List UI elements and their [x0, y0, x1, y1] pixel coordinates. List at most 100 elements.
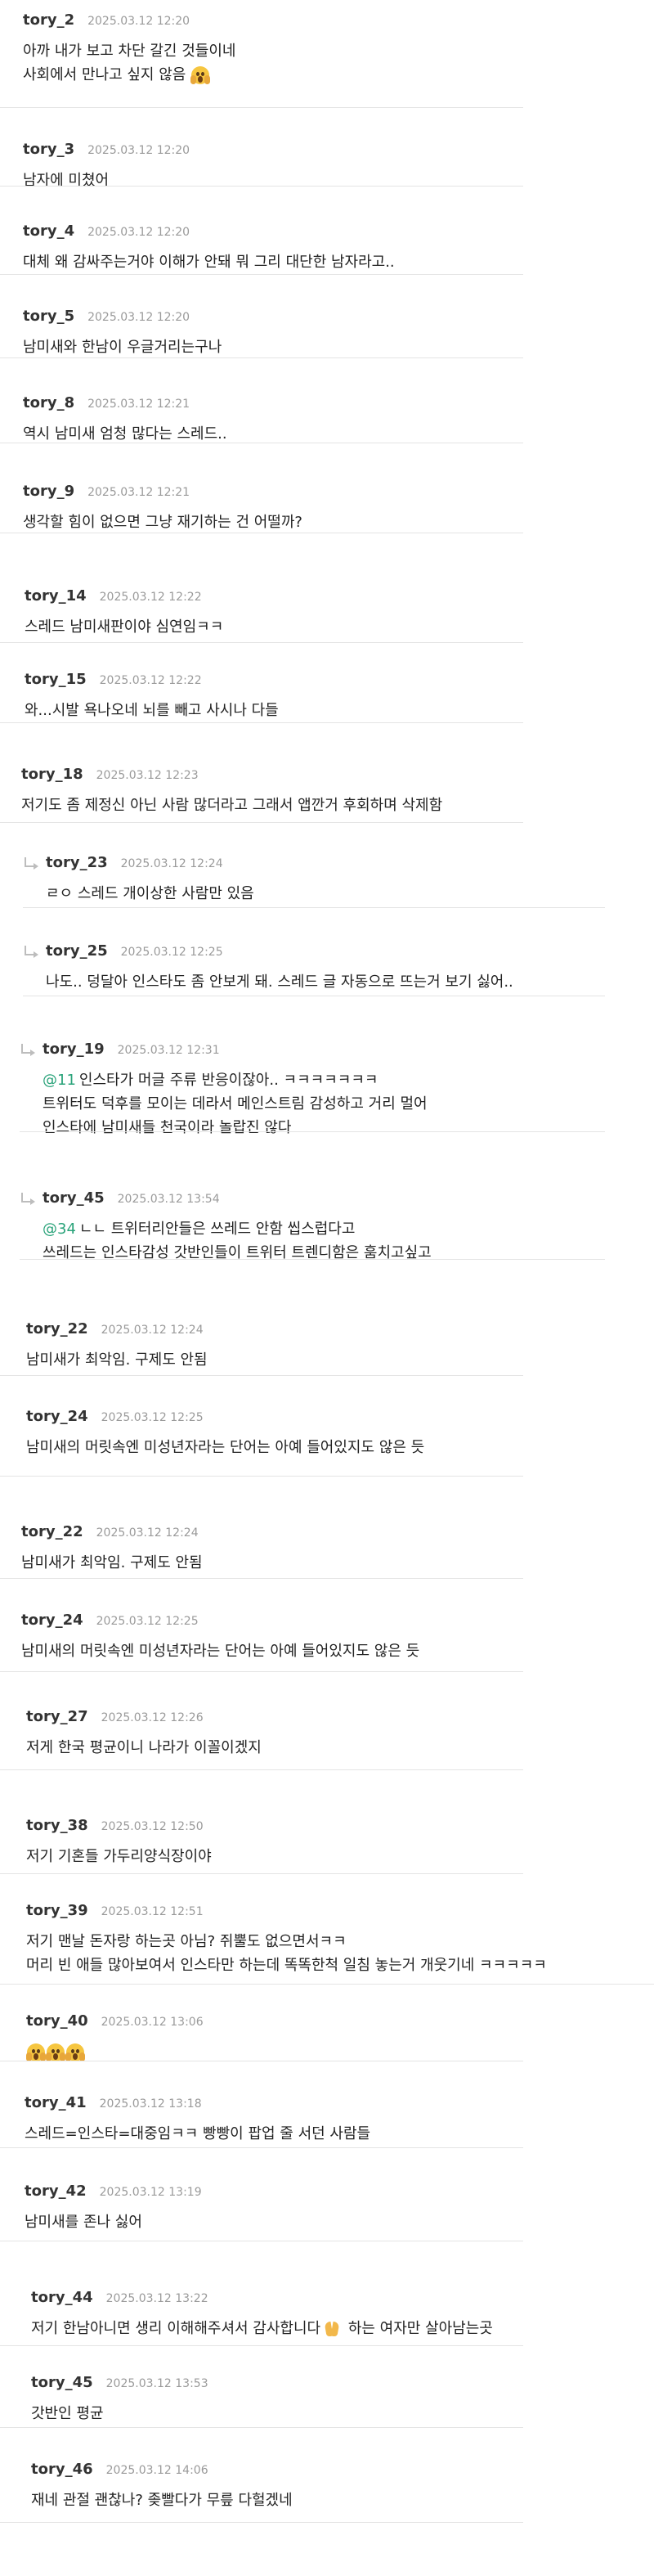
comment-author[interactable]: tory_15 [25, 671, 87, 688]
comment: tory_4 2025.03.12 12:20 대체 왜 감싸주는거야 이해가 안돼… [0, 211, 654, 275]
comment-author[interactable]: tory_24 [26, 1408, 88, 1425]
comment-date: 2025.03.12 12:24 [96, 1526, 199, 1540]
comment-text: 저기 맨날 돈자랑 하는곳 아님? 쥐뿔도 없으면서ㅋㅋ [26, 1933, 347, 1950]
comment-meta: tory_23 2025.03.12 12:24 [46, 854, 223, 871]
reply-arrow-icon [21, 1193, 35, 1205]
comment-author[interactable]: tory_4 [23, 223, 74, 240]
comment-text: 스레드=인스타=대중임ㅋㅋ 빵빵이 팝업 줄 서던 사람들 [25, 2125, 371, 2142]
comment-body: 스레드 남미새판이야 심연임ㅋㅋ [25, 615, 223, 639]
comment-date: 2025.03.12 13:06 [101, 2016, 204, 2029]
comment-meta: tory_40 2025.03.12 13:06 [26, 2012, 204, 2030]
comment: tory_22 2025.03.12 12:24 남미새가 최악임. 구제도 안됨 [0, 1512, 654, 1579]
comment-text: 저기 기혼들 가두리양식장이야 [26, 1848, 212, 1865]
comment: tory_15 2025.03.12 12:22 와...시발 욕나오네 뇌를 빼고… [0, 659, 654, 723]
comment-text: 아까 내가 보고 차단 갈긴 것들이네 [23, 43, 236, 60]
comment-text: 나도.. 덩달아 인스타도 좀 안보게 돼. 스레드 글 자동으로 뜨는거 보기… [46, 973, 513, 991]
comment-meta: tory_4 2025.03.12 12:20 [23, 223, 190, 240]
comment-author[interactable]: tory_18 [21, 766, 83, 783]
comment-divider [0, 107, 523, 108]
comment-body: 남미새가 최악임. 구제도 안됨 [21, 1551, 203, 1575]
comment-body: 남미새를 존나 싫어 [25, 2210, 142, 2234]
comment-author[interactable]: tory_9 [23, 483, 74, 500]
comment-date: 2025.03.12 13:19 [99, 2186, 202, 2199]
comment-author[interactable]: tory_46 [31, 2461, 93, 2478]
comment-author[interactable]: tory_27 [26, 1708, 88, 1725]
comment-body: 대체 왜 감싸주는거야 이해가 안돼 뭐 그리 대단한 남자라고.. [23, 250, 395, 274]
comment-text: 남미새가 최악임. 구제도 안됨 [21, 1554, 203, 1571]
comment-author[interactable]: tory_5 [23, 308, 74, 325]
comment-author[interactable]: tory_41 [25, 2094, 87, 2111]
comment-author[interactable]: tory_22 [21, 1523, 83, 1540]
comment-body: 남미새가 최악임. 구제도 안됨 [26, 1348, 208, 1372]
reply-comment: tory_45 2025.03.12 13:54 @34 ㄴㄴ 트위터리안들은 쓰레드… [0, 1178, 654, 1261]
comment-author[interactable]: tory_8 [23, 394, 74, 411]
comment-body: 재네 관절 괜찮나? 좆빨다가 무릎 다헐겠네 [31, 2488, 293, 2512]
comment-author[interactable]: tory_2 [23, 11, 74, 29]
comment-author[interactable]: tory_39 [26, 1902, 88, 1919]
comment-author[interactable]: tory_38 [26, 1817, 88, 1834]
comment-text: 와...시발 욕나오네 뇌를 빼고 사시나 다들 [25, 702, 279, 719]
comment-divider [0, 2522, 523, 2523]
comment-body: 스레드=인스타=대중임ㅋㅋ 빵빵이 팝업 줄 서던 사람들 [25, 2122, 370, 2146]
comment-divider [0, 357, 523, 358]
comment-divider [0, 1873, 523, 1874]
comment-author[interactable]: tory_42 [25, 2183, 87, 2200]
comment-author[interactable]: tory_25 [46, 942, 108, 960]
pray-icon [322, 2319, 342, 2339]
comment-author[interactable]: tory_40 [26, 2012, 88, 2030]
comment-line: 저기 기혼들 가두리양식장이야 [26, 1845, 212, 1868]
reply-comment: tory_23 2025.03.12 12:24 ㄹㅇ 스레드 개이상한 사람만 있… [0, 843, 654, 908]
comment: tory_5 2025.03.12 12:20 남미새와 한남이 우글거리는구나 [0, 296, 654, 358]
comment-line: 트위터도 덕후를 모이는 데라서 메인스트림 감성하고 거리 멀어 [43, 1092, 428, 1116]
comment-author[interactable]: tory_19 [43, 1041, 105, 1058]
comment: tory_41 2025.03.12 13:18 스레드=인스타=대중임ㅋㅋ 빵빵이… [0, 2083, 654, 2148]
mention-link[interactable]: @34 [43, 1221, 76, 1238]
comment-date: 2025.03.12 12:20 [87, 15, 190, 28]
comment: tory_14 2025.03.12 12:22 스레드 남미새판이야 심연임ㅋㅋ [0, 576, 654, 643]
reply-comment: tory_19 2025.03.12 12:31 @11 인스타가 머글 주류 반응이… [0, 1029, 654, 1136]
comment-date: 2025.03.12 12:31 [117, 1044, 220, 1057]
comment-line: 남미새의 머릿속엔 미성년자라는 단어는 아예 들어있지도 않은 듯 [26, 1436, 424, 1459]
comment-author[interactable]: tory_23 [46, 854, 108, 871]
comment-author[interactable]: tory_3 [23, 141, 74, 158]
comment: tory_44 2025.03.12 13:22 저기 한남아니면 생리 이해해주셔… [0, 2277, 654, 2346]
comment-body: 갓반인 평균 [31, 2402, 104, 2425]
comment-author[interactable]: tory_24 [21, 1612, 83, 1629]
comment-author[interactable]: tory_14 [25, 587, 87, 605]
comment-line: 쓰레드는 인스타감성 갓반인들이 트위터 트렌디함은 훔치고싶고 [43, 1241, 432, 1265]
comment-date: 2025.03.12 12:23 [96, 769, 199, 782]
comment-text: 남미새가 최악임. 구제도 안됨 [26, 1351, 208, 1369]
comment-date: 2025.03.12 14:06 [105, 2464, 208, 2477]
comment-divider [0, 2427, 523, 2428]
comment-line: 남자에 미쳤어 [23, 169, 109, 192]
mention-link[interactable]: @11 [43, 1072, 76, 1089]
comment-meta: tory_24 2025.03.12 12:25 [21, 1612, 199, 1629]
comment: tory_2 2025.03.12 12:20 아까 내가 보고 차단 갈긴 것들이… [0, 0, 654, 108]
comment-divider [0, 822, 523, 823]
comment: tory_40 2025.03.12 13:06 [0, 2001, 654, 2061]
comment-text: 재네 관절 괜찮나? 좆빨다가 무릎 다헐겠네 [31, 2492, 293, 2509]
comment-meta: tory_9 2025.03.12 12:21 [23, 483, 190, 500]
comment-divider [0, 1769, 523, 1770]
comment-author[interactable]: tory_45 [43, 1189, 105, 1207]
reply-arrow-icon [25, 857, 38, 870]
comment-date: 2025.03.12 13:18 [99, 2097, 202, 2111]
comment-meta: tory_39 2025.03.12 12:51 [26, 1902, 204, 1919]
comment-meta: tory_25 2025.03.12 12:25 [46, 942, 223, 960]
comment-date: 2025.03.12 13:53 [105, 2377, 208, 2390]
comment-divider [20, 1131, 605, 1132]
comment-meta: tory_8 2025.03.12 12:21 [23, 394, 190, 411]
comment-author[interactable]: tory_22 [26, 1320, 88, 1337]
comment-line: ㄹㅇ 스레드 개이상한 사람만 있음 [46, 882, 254, 906]
comment-date: 2025.03.12 12:24 [101, 1324, 204, 1337]
comment-meta: tory_18 2025.03.12 12:23 [21, 766, 199, 783]
comment-author[interactable]: tory_45 [31, 2374, 93, 2391]
comment-body: 생각할 힘이 없으면 그냥 재기하는 건 어떨까? [23, 510, 302, 534]
comment-body: @11 인스타가 머글 주류 반응이잖아.. ㅋㅋㅋㅋㅋㅋㅋ 트위터도 덕후를 모이… [43, 1068, 428, 1140]
comment-meta: tory_3 2025.03.12 12:20 [23, 141, 190, 158]
comment-body: 저기도 좀 제정신 아닌 사람 많더라고 그래서 앱깐거 후회하며 삭제함 [21, 793, 442, 817]
comment-body: 저기 한남아니면 생리 이해해주셔서 감사합니다 하는 여자만 살아남는곳 [31, 2317, 493, 2340]
comment: tory_42 2025.03.12 13:19 남미새를 존나 싫어 [0, 2171, 654, 2241]
comment-author[interactable]: tory_44 [31, 2289, 93, 2306]
comment-meta: tory_27 2025.03.12 12:26 [26, 1708, 204, 1725]
